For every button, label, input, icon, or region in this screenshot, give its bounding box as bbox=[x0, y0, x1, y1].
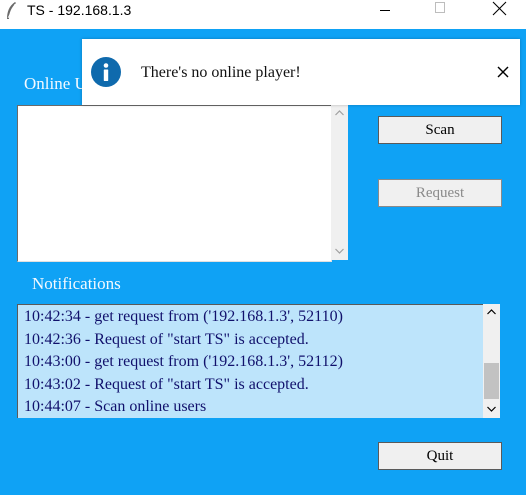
log-line: 10:44:07 - Scan online users bbox=[24, 398, 207, 415]
request-button[interactable]: Request bbox=[378, 179, 502, 207]
chevron-up-icon bbox=[487, 309, 496, 315]
log-line: 10:43:02 - Request of "start TS" is acce… bbox=[24, 375, 309, 393]
chevron-down-icon bbox=[335, 248, 344, 254]
scroll-down-arrow[interactable] bbox=[331, 243, 348, 260]
scroll-up-arrow[interactable] bbox=[483, 304, 500, 321]
log-line: 10:42:34 - get request from ('192.168.1.… bbox=[24, 308, 343, 325]
scan-button[interactable]: Scan bbox=[378, 116, 502, 144]
close-icon bbox=[492, 1, 507, 16]
window-title: TS - 192.168.1.3 bbox=[27, 2, 132, 18]
scrollbar-thumb[interactable] bbox=[484, 363, 499, 399]
notifications-label: Notifications bbox=[32, 274, 121, 293]
close-window-button[interactable] bbox=[477, 0, 523, 20]
notifications-log[interactable]: 10:42:34 - get request from ('192.168.1.… bbox=[17, 304, 483, 418]
title-bar: TS - 192.168.1.3 bbox=[0, 0, 526, 29]
notifications-scrollbar[interactable] bbox=[483, 304, 500, 418]
chevron-up-icon bbox=[335, 110, 344, 116]
feather-app-icon bbox=[7, 2, 16, 19]
popup-close-button[interactable] bbox=[495, 64, 511, 80]
scroll-down-arrow[interactable] bbox=[483, 401, 500, 418]
log-line: 10:42:36 - Request of "start TS" is acce… bbox=[24, 330, 309, 348]
minimize-button[interactable] bbox=[362, 0, 408, 20]
online-users-listbox[interactable] bbox=[17, 105, 332, 262]
maximize-icon bbox=[435, 2, 445, 13]
minimize-icon bbox=[380, 10, 390, 11]
close-icon bbox=[497, 66, 509, 78]
online-users-label: Online U bbox=[24, 74, 87, 93]
scroll-up-arrow[interactable] bbox=[331, 105, 348, 122]
online-users-scrollbar[interactable] bbox=[331, 105, 348, 260]
info-icon bbox=[91, 57, 121, 87]
quit-button[interactable]: Quit bbox=[378, 442, 502, 470]
maximize-button[interactable] bbox=[417, 0, 463, 20]
log-line: 10:43:00 - get request from ('192.168.1.… bbox=[24, 353, 343, 370]
no-player-popup: There's no online player! bbox=[82, 39, 520, 105]
chevron-down-icon bbox=[487, 406, 496, 412]
popup-message: There's no online player! bbox=[141, 64, 301, 81]
